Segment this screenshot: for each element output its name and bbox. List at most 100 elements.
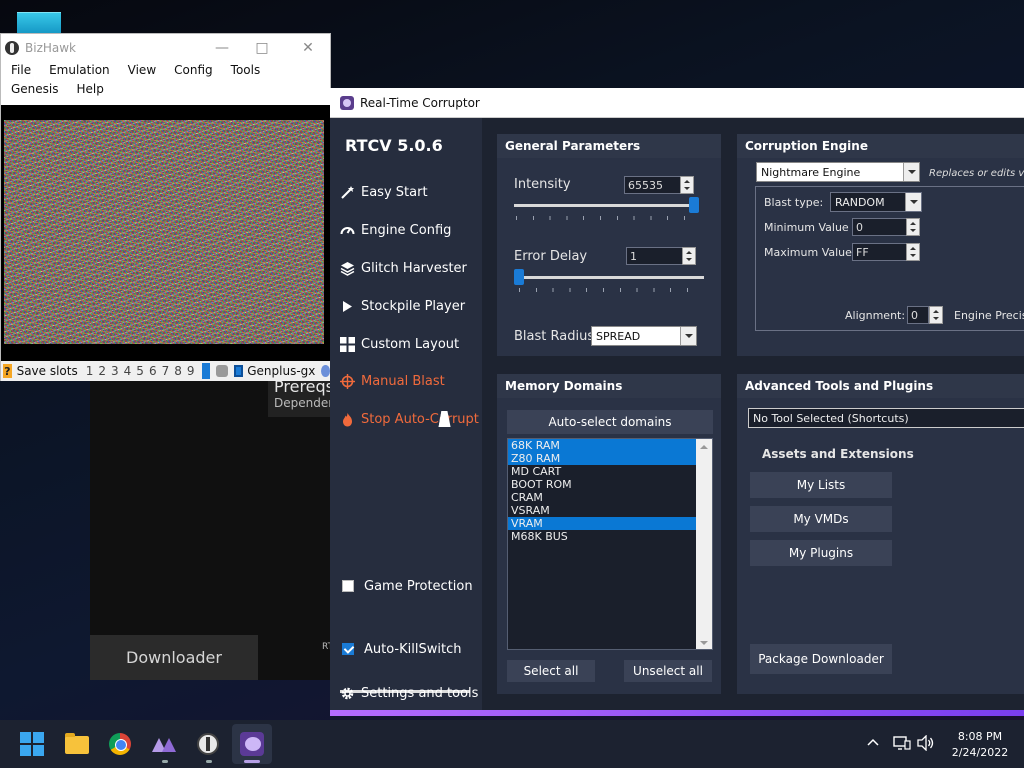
gear-icon <box>340 686 355 701</box>
save-slot-6[interactable]: 6 <box>149 364 157 378</box>
my-plugins-button[interactable]: My Plugins <box>750 540 892 566</box>
sidebar-item-manual-blast[interactable]: Manual Blast <box>340 369 445 393</box>
list-item[interactable]: M68K BUS <box>508 530 696 543</box>
menu-view[interactable]: View <box>128 61 156 80</box>
blast-type-select[interactable]: RANDOM <box>830 192 922 212</box>
blast-radius-select[interactable]: SPREAD <box>591 326 697 346</box>
checkbox-checked[interactable] <box>342 643 354 655</box>
question-icon[interactable]: ? <box>3 364 12 378</box>
sidebar-item-settings-and-tools[interactable]: Settings and tools <box>340 681 478 705</box>
menu-genesis[interactable]: Genesis <box>11 80 59 99</box>
network-icon[interactable] <box>893 735 911 754</box>
close-icon[interactable]: ✕ <box>285 34 331 61</box>
menu-file[interactable]: File <box>11 61 31 80</box>
advanced-tools-title: Advanced Tools and Plugins <box>737 374 1024 398</box>
file-explorer-icon[interactable] <box>65 733 89 757</box>
alignment-label: Alignment: <box>845 309 906 322</box>
maximum-value-input[interactable]: FF <box>852 243 910 261</box>
game-protection-checkbox[interactable]: Game Protection <box>340 574 473 598</box>
intensity-spinner[interactable] <box>680 176 694 194</box>
sidebar-item-glitch-harvester[interactable]: Glitch Harvester <box>340 256 467 280</box>
memory-domains-list[interactable]: 68K RAM Z80 RAM MD CART BOOT ROM CRAM VS… <box>507 438 713 650</box>
emulator-screen[interactable] <box>4 120 324 344</box>
list-item[interactable]: Z80 RAM <box>508 452 696 465</box>
error-delay-slider-thumb[interactable] <box>514 269 524 285</box>
bizhawk-taskbar-icon[interactable] <box>196 732 220 756</box>
intensity-slider-track[interactable] <box>514 204 699 207</box>
my-vmds-button[interactable]: My VMDs <box>750 506 892 532</box>
list-item[interactable]: BOOT ROM <box>508 478 696 491</box>
minimum-value-spinner[interactable] <box>906 218 920 236</box>
package-downloader-button[interactable]: Package Downloader <box>750 644 892 674</box>
user-icon <box>321 365 330 377</box>
tool-select[interactable]: No Tool Selected (Shortcuts) <box>748 408 1024 428</box>
intensity-input[interactable]: 65535 <box>624 176 684 194</box>
advanced-tools-panel: Advanced Tools and Plugins No Tool Selec… <box>737 374 1024 694</box>
bizhawk-statusbar: ? Save slots 1 2 3 4 5 6 7 8 9 Genplus-g… <box>1 361 330 381</box>
sidebar-item-engine-config[interactable]: Engine Config <box>340 218 451 242</box>
blast-type-label: Blast type: <box>764 196 824 209</box>
sidebar-item-stockpile-player[interactable]: Stockpile Player <box>340 294 465 318</box>
alignment-input[interactable]: 0 <box>907 306 929 324</box>
rtc-titlebar[interactable]: Real-Time Corruptor <box>330 88 1024 118</box>
clock-time: 8:08 PM <box>957 730 1003 743</box>
sidebar-item-custom-layout[interactable]: Custom Layout <box>340 332 459 356</box>
engine-select[interactable]: Nightmare Engine <box>756 162 920 182</box>
save-slot-5[interactable]: 5 <box>136 364 144 378</box>
save-slot-2[interactable]: 2 <box>98 364 106 378</box>
chrome-icon[interactable] <box>108 732 132 756</box>
my-lists-button[interactable]: My Lists <box>750 472 892 498</box>
menu-tools[interactable]: Tools <box>231 61 261 80</box>
desktop-shortcut-icon[interactable] <box>17 12 61 34</box>
blast-radius-label: Blast Radius: <box>514 329 599 344</box>
intensity-slider-thumb[interactable] <box>689 197 699 213</box>
rtc-taskbar-icon[interactable] <box>240 732 264 756</box>
menu-emulation[interactable]: Emulation <box>49 61 110 80</box>
save-slot-3[interactable]: 3 <box>111 364 119 378</box>
save-slot-8[interactable]: 8 <box>174 364 182 378</box>
unselect-all-button[interactable]: Unselect all <box>624 660 712 682</box>
list-item[interactable]: MD CART <box>508 465 696 478</box>
error-delay-slider-track[interactable] <box>514 276 704 279</box>
sidebar-item-stop-auto-corrupt[interactable]: Stop Auto-Corrupt <box>340 407 479 431</box>
checkbox-unchecked[interactable] <box>342 580 354 592</box>
alignment-spinner[interactable] <box>929 306 943 324</box>
list-item[interactable]: CRAM <box>508 491 696 504</box>
save-slot-7[interactable]: 7 <box>162 364 170 378</box>
maximize-icon[interactable]: □ <box>239 34 285 61</box>
engine-description: Replaces or edits val <box>929 168 1024 179</box>
save-slot-1[interactable]: 1 <box>86 364 94 378</box>
chevron-down-icon <box>905 193 921 211</box>
auto-select-domains-button[interactable]: Auto-select domains <box>507 410 713 434</box>
core-label: Genplus-gx <box>247 364 316 378</box>
volume-icon[interactable] <box>917 734 935 754</box>
play-icon <box>340 299 355 314</box>
auto-killswitch-checkbox[interactable]: Auto-KillSwitch <box>340 637 461 661</box>
select-all-button[interactable]: Select all <box>507 660 595 682</box>
taskbar-clock[interactable]: 8:08 PM 2/24/2022 <box>940 729 1020 761</box>
maximum-value-spinner[interactable] <box>906 243 920 261</box>
menu-help[interactable]: Help <box>77 80 104 99</box>
memory-domains-title: Memory Domains <box>497 374 721 398</box>
assets-extensions-label: Assets and Extensions <box>762 447 914 461</box>
background-downloader-button[interactable]: Downloader <box>90 635 258 680</box>
general-parameters-panel: General Parameters Intensity 65535 Error… <box>497 134 721 356</box>
save-slot-4[interactable]: 4 <box>124 364 132 378</box>
chevron-up-icon[interactable] <box>866 736 880 753</box>
engine-precision-label: Engine Precisi <box>954 309 1024 322</box>
list-scrollbar[interactable] <box>696 439 712 649</box>
menu-config[interactable]: Config <box>174 61 213 80</box>
sidebar-item-easy-start[interactable]: Easy Start <box>340 180 428 204</box>
sidebar-label: Stockpile Player <box>361 298 466 314</box>
launcher-icon[interactable] <box>152 734 176 758</box>
list-item[interactable]: 68K RAM <box>508 439 696 452</box>
list-item[interactable]: VSRAM <box>508 504 696 517</box>
error-delay-input[interactable]: 1 <box>626 247 686 265</box>
magic-wand-icon <box>340 185 355 200</box>
save-slot-9[interactable]: 9 <box>187 364 195 378</box>
gamepad-icon[interactable] <box>216 365 228 377</box>
minimum-value-input[interactable]: 0 <box>852 218 910 236</box>
list-item[interactable]: VRAM <box>508 517 696 530</box>
error-delay-spinner[interactable] <box>682 247 696 265</box>
windows-start-icon[interactable] <box>20 732 44 756</box>
